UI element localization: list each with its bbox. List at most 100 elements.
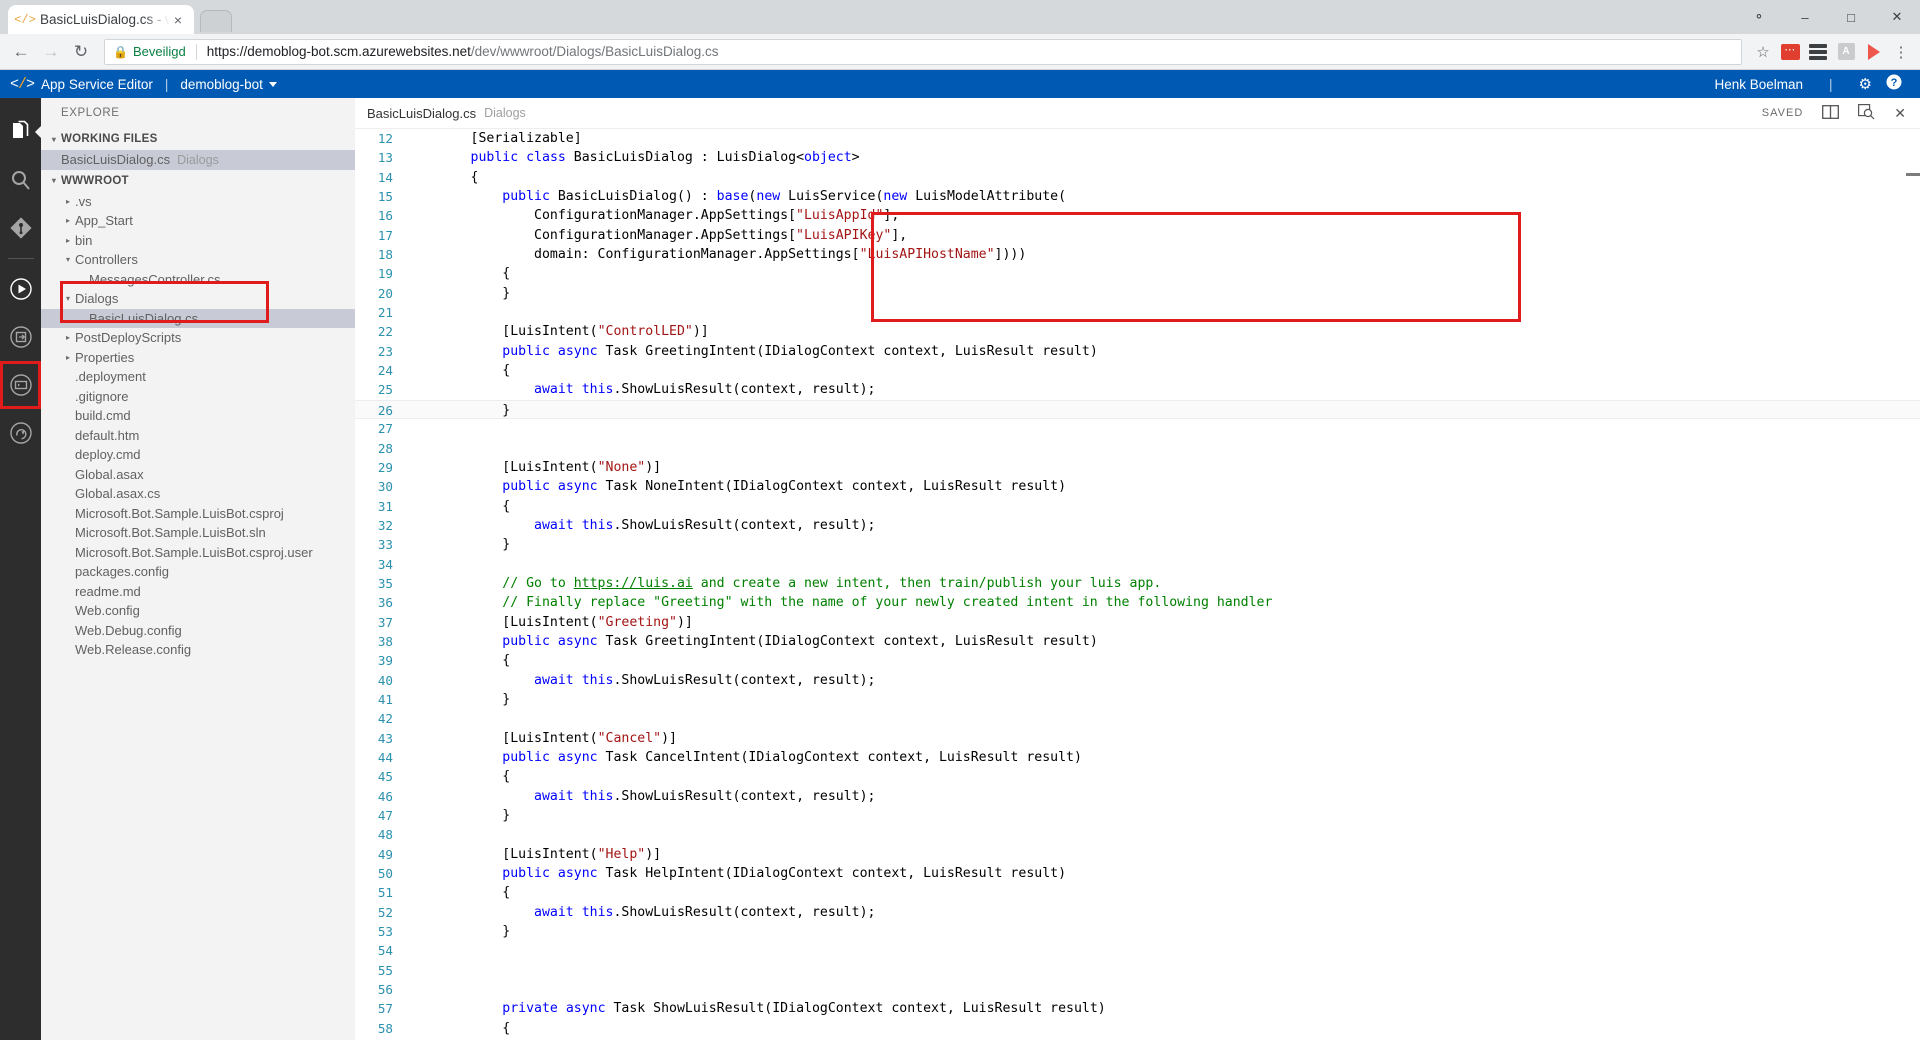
tree-folder[interactable]: Properties <box>41 348 355 368</box>
tree-file[interactable]: deploy.cmd <box>41 445 355 465</box>
tree-file[interactable]: readme.md <box>41 582 355 602</box>
svg-text:?: ? <box>1891 77 1898 89</box>
run-icon[interactable] <box>0 265 41 313</box>
url-prefix: https://demoblog-bot.scm.azurewebsites.n… <box>206 44 471 59</box>
maximize-button[interactable]: □ <box>1828 0 1874 34</box>
line-number: 44 <box>377 750 393 765</box>
tree-file[interactable]: Microsoft.Bot.Sample.LuisBot.csproj <box>41 504 355 524</box>
adblock-icon[interactable]: ⋯ <box>1776 37 1804 67</box>
section-wwwroot[interactable]: WWWROOT <box>41 170 355 192</box>
tree-folder[interactable]: PostDeployScripts <box>41 328 355 348</box>
site-selector[interactable]: demoblog-bot <box>180 77 277 92</box>
section-working-files[interactable]: WORKING FILES <box>41 128 355 150</box>
new-tab-button[interactable] <box>200 10 232 32</box>
console-icon[interactable] <box>0 361 41 409</box>
tree-file[interactable]: Microsoft.Bot.Sample.LuisBot.sln <box>41 523 355 543</box>
code-line: 39 { <box>355 651 1920 670</box>
tree-file[interactable]: build.cmd <box>41 406 355 426</box>
tree-folder[interactable]: Controllers <box>41 250 355 270</box>
tree-file[interactable]: Global.asax.cs <box>41 484 355 504</box>
app-title: App Service Editor <box>41 76 153 92</box>
code-line: 40 await this.ShowLuisResult(context, re… <box>355 671 1920 690</box>
gear-icon[interactable]: ⚙ <box>1859 75 1872 93</box>
tree-file[interactable]: Web.Debug.config <box>41 621 355 641</box>
bookmark-star-icon[interactable]: ☆ <box>1750 43 1776 61</box>
video-downloader-icon[interactable] <box>1860 37 1888 67</box>
working-file-item[interactable]: BasicLuisDialog.cs Dialogs <box>41 150 355 170</box>
tree-file[interactable]: .deployment <box>41 367 355 387</box>
source-control-icon[interactable] <box>0 204 41 252</box>
tree-file[interactable]: Web.config <box>41 601 355 621</box>
search-icon[interactable] <box>0 156 41 204</box>
code-line: 58 { <box>355 1019 1920 1038</box>
tree-file[interactable]: Web.Release.config <box>41 640 355 660</box>
tree-folder[interactable]: bin <box>41 231 355 251</box>
refresh-icon[interactable] <box>0 409 41 457</box>
tree-item-label: Properties <box>75 349 135 365</box>
code-text: await this.ShowLuisResult(context, resul… <box>534 904 876 920</box>
line-number: 18 <box>377 247 393 263</box>
forward-icon[interactable]: → <box>36 37 66 67</box>
close-editor-icon[interactable]: ✕ <box>1894 105 1906 122</box>
tree-file[interactable]: MessagesController.cs <box>41 270 355 290</box>
code-line: 30 public async Task NoneIntent(IDialogC… <box>355 477 1920 496</box>
code-line: 52 await this.ShowLuisResult(context, re… <box>355 903 1920 922</box>
editor-file-name[interactable]: BasicLuisDialog.cs <box>367 106 476 121</box>
code-text: await this.ShowLuisResult(context, resul… <box>534 382 876 398</box>
code-text: { <box>407 653 511 669</box>
code-line: 22 [LuisIntent("ControlLED")] <box>355 322 1920 341</box>
tree-file[interactable]: BasicLuisDialog.cs <box>41 308 355 328</box>
code-line: 47 } <box>355 806 1920 825</box>
tree-item-label: packages.config <box>75 564 169 580</box>
tree-file[interactable]: Microsoft.Bot.Sample.LuisBot.csproj.user <box>41 543 355 563</box>
explorer-icon[interactable] <box>0 108 41 156</box>
url-path: /dev/wwwroot/Dialogs/BasicLuisDialog.cs <box>470 44 719 59</box>
open-site-icon[interactable] <box>0 313 41 361</box>
code-text: domain: ConfigurationManager.AppSettings… <box>407 247 1027 263</box>
pdf-icon[interactable]: A <box>1832 37 1860 67</box>
tree-folder[interactable]: Dialogs <box>41 289 355 309</box>
code-text: } <box>407 402 511 418</box>
reload-icon[interactable]: ↻ <box>66 37 96 67</box>
code-editor[interactable]: 12 [Serializable] 13 public class BasicLu… <box>355 129 1920 1040</box>
omnibox-divider <box>195 43 197 60</box>
back-icon[interactable]: ← <box>6 37 36 67</box>
tree-item-label: BasicLuisDialog.cs <box>89 310 199 326</box>
code-text: { <box>407 769 511 785</box>
layers-icon[interactable] <box>1804 37 1832 67</box>
line-number: 15 <box>377 189 393 205</box>
browser-tab[interactable]: </> BasicLuisDialog.cs - www × <box>8 5 194 34</box>
tree-file[interactable]: default.htm <box>41 426 355 446</box>
browser-menu-icon[interactable]: ⋮ <box>1888 43 1914 61</box>
preview-icon[interactable] <box>1858 103 1875 123</box>
code-line: 55 <box>355 961 1920 980</box>
close-icon[interactable]: × <box>170 13 186 27</box>
split-editor-icon[interactable] <box>1822 104 1840 122</box>
line-number: 42 <box>377 711 393 727</box>
tree-item-label: Microsoft.Bot.Sample.LuisBot.csproj <box>75 505 284 521</box>
code-line: 54 <box>355 941 1920 960</box>
site-name-label: demoblog-bot <box>180 76 263 92</box>
tree-file[interactable]: Global.asax <box>41 465 355 485</box>
address-bar[interactable]: 🔒 Beveiligd https://demoblog-bot.scm.azu… <box>104 38 1742 65</box>
window-close-button[interactable]: ✕ <box>1874 0 1920 34</box>
tree-folder[interactable]: .vs <box>41 192 355 212</box>
minimize-button[interactable]: – <box>1782 0 1828 34</box>
tree-item-label: Dialogs <box>75 291 119 307</box>
code-line: 20 } <box>355 284 1920 303</box>
account-icon[interactable]: ⚬ <box>1736 0 1782 34</box>
code-text: // Finally replace "Greeting" with the n… <box>407 595 1273 611</box>
tree-file[interactable]: packages.config <box>41 562 355 582</box>
tree-folder[interactable]: App_Start <box>41 211 355 231</box>
line-number: 56 <box>377 982 393 998</box>
tree-item-label: bin <box>75 232 93 248</box>
line-number: 25 <box>377 382 393 398</box>
code-line: 50 public async Task HelpIntent(IDialogC… <box>355 864 1920 883</box>
code-text: await this.ShowLuisResult(context, resul… <box>534 517 876 533</box>
help-icon[interactable]: ? <box>1886 74 1902 94</box>
tree-file[interactable]: .gitignore <box>41 387 355 407</box>
code-favicon: </> <box>14 12 36 27</box>
